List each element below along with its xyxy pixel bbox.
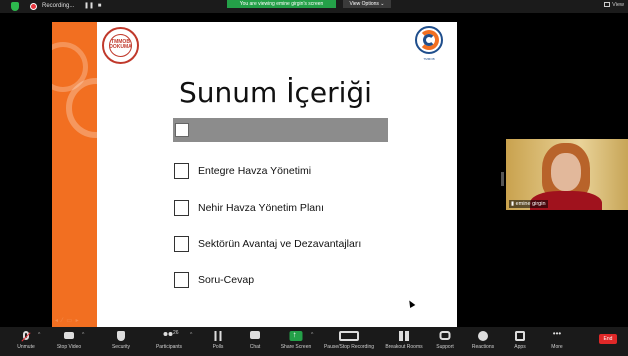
- apps-icon: [515, 331, 525, 341]
- share-screen-icon: [289, 330, 303, 341]
- participants-button[interactable]: 26 Participants: [156, 329, 182, 354]
- recording-indicator-icon: [30, 3, 37, 10]
- support-button[interactable]: Support: [434, 329, 456, 354]
- chevron-up-icon[interactable]: ^: [311, 332, 313, 338]
- participants-count: 26: [173, 330, 179, 336]
- shared-slide: ◂ ⁄ ▭ ▸ TMMOB DOKUMA TMMOB Sunum İçeriği…: [52, 22, 457, 327]
- participant-video-tile[interactable]: ▮ emine girgin: [506, 139, 628, 210]
- more-button[interactable]: ••• More: [546, 329, 568, 354]
- top-bar: Recording... ❚❚ ■ You are viewing emine …: [0, 0, 628, 13]
- tmmob-logo: TMMOB: [412, 26, 446, 66]
- share-screen-label: Share Screen: [280, 344, 312, 350]
- chevron-up-icon[interactable]: ^: [190, 332, 192, 338]
- camera-icon: [64, 332, 74, 339]
- checkbox-icon: [175, 123, 189, 137]
- end-meeting-button[interactable]: End: [599, 334, 617, 344]
- slide-nav-icons: ◂ ⁄ ▭ ▸: [55, 318, 80, 324]
- checkbox-icon: [174, 236, 189, 252]
- reactions-icon: [478, 331, 488, 341]
- apps-button[interactable]: Apps: [509, 329, 531, 354]
- view-label: View: [612, 2, 624, 8]
- participant-name: emine girgin: [515, 201, 546, 207]
- polls-button[interactable]: Polls: [207, 329, 229, 354]
- chevron-up-icon[interactable]: ^: [38, 332, 40, 338]
- pause-stop-recording-label: Pause/Stop Recording: [323, 344, 375, 350]
- participant-face: [551, 153, 581, 191]
- mouse-cursor-icon: [406, 298, 416, 309]
- support-icon: [439, 331, 451, 340]
- recording-icon: [339, 331, 359, 341]
- polls-icon: [214, 331, 222, 341]
- stop-video-label: Stop Video: [56, 344, 82, 350]
- agenda-item-text: Soru-Cevap: [198, 274, 255, 286]
- agenda-item-text: Sektörün Avantaj ve Dezavantajları: [198, 238, 362, 250]
- signal-icon: ▮: [511, 201, 515, 207]
- slide-title: Sunum İçeriği: [179, 76, 372, 109]
- chat-icon: [250, 331, 260, 339]
- security-button[interactable]: Security: [110, 329, 132, 354]
- decorative-arc: [66, 78, 126, 138]
- view-options-dropdown[interactable]: View Options ⌄: [343, 0, 391, 8]
- more-label: More: [551, 344, 563, 350]
- chevron-up-icon[interactable]: ^: [82, 332, 84, 338]
- agenda-item-text: Entegre Havza Yönetimi: [198, 165, 312, 177]
- view-button[interactable]: View: [604, 1, 624, 10]
- panel-resize-handle[interactable]: [501, 172, 504, 186]
- checkbox-icon: [174, 200, 189, 216]
- more-icon: •••: [552, 329, 562, 338]
- shield-icon: [117, 331, 125, 341]
- logo-text: TMMOB DOKUMA: [109, 39, 132, 50]
- checkbox-icon: [174, 272, 189, 288]
- checkbox-icon: [174, 163, 189, 179]
- pause-stop-recording-button[interactable]: Pause/Stop Recording: [324, 329, 374, 354]
- viewing-screen-banner: You are viewing emine girgin's screen: [227, 0, 336, 8]
- logo-swirl: [423, 34, 435, 46]
- agenda-item-text: Nehir Havza Yönetim Planı: [198, 202, 324, 214]
- encryption-shield-icon[interactable]: [11, 2, 19, 11]
- breakout-rooms-icon: [399, 331, 409, 341]
- stop-recording-icon[interactable]: ■: [96, 3, 103, 10]
- share-screen-button[interactable]: Share Screen: [281, 329, 312, 354]
- slide-orange-band: ◂ ⁄ ▭ ▸: [52, 22, 126, 327]
- unmute-button[interactable]: Unmute: [15, 329, 37, 354]
- security-label: Security: [111, 344, 131, 350]
- stop-video-button[interactable]: Stop Video: [57, 329, 81, 354]
- participant-name-tag: ▮ emine girgin: [509, 200, 548, 208]
- logo-caption: TMMOB: [423, 57, 435, 61]
- participants-label: Participants: [155, 344, 183, 350]
- breakout-rooms-button[interactable]: Breakout Rooms: [385, 329, 423, 354]
- tmmob-dokuma-logo: TMMOB DOKUMA: [102, 27, 139, 64]
- recording-label: Recording...: [42, 3, 75, 9]
- meeting-toolbar: Unmute ^ Stop Video ^ Security 26 Partic…: [0, 327, 628, 356]
- pause-recording-icon[interactable]: ❚❚: [84, 3, 94, 10]
- highlight-bar: [173, 118, 388, 142]
- grid-view-icon: [604, 2, 611, 8]
- reactions-button[interactable]: Reactions: [472, 329, 494, 354]
- chat-button[interactable]: Chat: [244, 329, 266, 354]
